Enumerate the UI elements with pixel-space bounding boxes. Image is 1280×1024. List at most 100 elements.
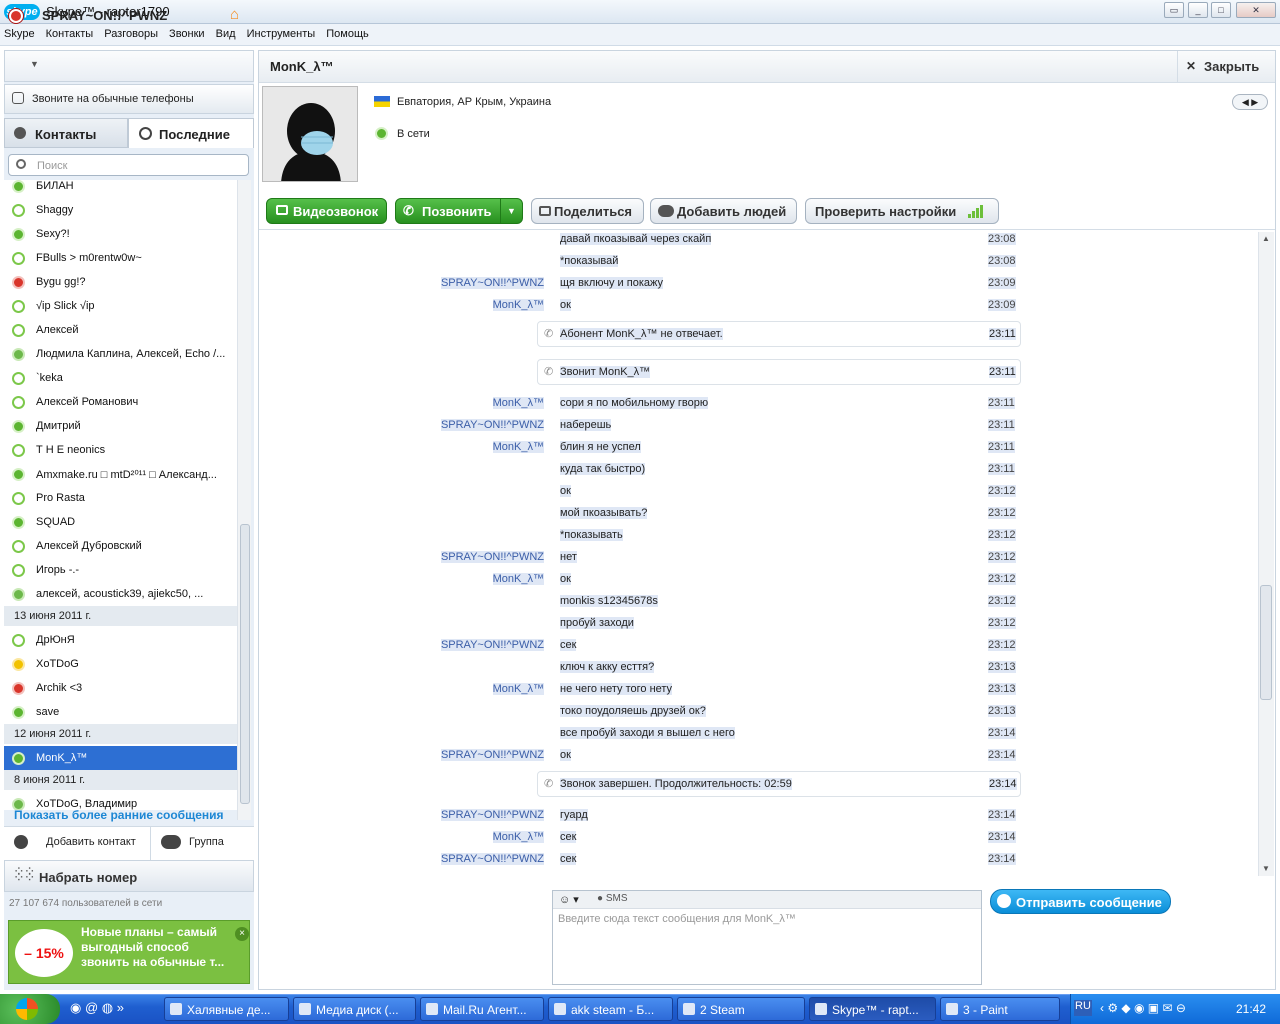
group-button[interactable]: Группа bbox=[150, 826, 254, 860]
contact-row[interactable]: save bbox=[4, 700, 237, 724]
taskbar-item[interactable]: Халявные де... bbox=[164, 997, 289, 1021]
menu-view[interactable]: Вид bbox=[212, 24, 240, 40]
add-contact-button[interactable]: Добавить контакт bbox=[4, 826, 150, 860]
taskbar-item[interactable]: akk steam - Б... bbox=[548, 997, 673, 1021]
avatar[interactable] bbox=[262, 86, 358, 182]
profile-nav-arrows[interactable]: ◀ ▶ bbox=[1232, 94, 1268, 110]
dial-button[interactable]: ⁘⁘ ⁘⁘ Набрать номер bbox=[4, 860, 254, 892]
taskbar-item[interactable]: 3 - Paint bbox=[940, 997, 1060, 1021]
app-icon bbox=[946, 1003, 958, 1015]
menu-conversations[interactable]: Разговоры bbox=[100, 24, 162, 40]
chat-message: пробуй заходи 23:12 bbox=[260, 613, 1258, 635]
contact-row[interactable]: Sexy?! bbox=[4, 222, 237, 246]
chevron-down-icon[interactable]: ▼ bbox=[500, 199, 522, 223]
call-button[interactable]: ✆ Позвонить ▼ bbox=[395, 198, 523, 224]
contact-row[interactable]: Pro Rasta bbox=[4, 486, 237, 510]
contact-row[interactable]: `keka bbox=[4, 366, 237, 390]
menu-tools[interactable]: Инструменты bbox=[243, 24, 320, 40]
contact-name: MonK_λ™ bbox=[36, 752, 88, 764]
contact-row[interactable]: FBulls > m0rentw0w~ bbox=[4, 246, 237, 270]
call-event-time: 23:14 bbox=[989, 778, 1017, 790]
menu-help[interactable]: Помощь bbox=[322, 24, 373, 40]
status-icon bbox=[12, 396, 25, 409]
message-time: 23:11 bbox=[988, 463, 1015, 475]
menu-skype[interactable]: Skype bbox=[0, 24, 39, 40]
tab-recent[interactable]: Последние bbox=[128, 118, 254, 148]
contact-list-scrollbar[interactable] bbox=[237, 180, 251, 820]
contact-row[interactable]: Т Н Е neonics bbox=[4, 438, 237, 462]
contact-row[interactable]: Дмитрий bbox=[4, 414, 237, 438]
taskbar-item[interactable]: Медиа диск (... bbox=[293, 997, 416, 1021]
close-icon[interactable]: × bbox=[235, 927, 249, 941]
contact-row[interactable]: Игорь -.- bbox=[4, 558, 237, 582]
scroll-up-icon[interactable]: ▲ bbox=[1262, 234, 1270, 243]
ad-banner[interactable]: – 15% Новые планы – самый выгодный спосо… bbox=[8, 920, 250, 984]
scroll-down-icon[interactable]: ▼ bbox=[1262, 864, 1270, 873]
taskbar-item[interactable]: Mail.Ru Агент... bbox=[420, 997, 544, 1021]
taskbar-item[interactable]: Skype™ - rapt... bbox=[809, 997, 936, 1021]
contact-name: FBulls > m0rentw0w~ bbox=[36, 252, 142, 264]
chat-scrollbar[interactable]: ▲ ▼ bbox=[1258, 232, 1274, 876]
call-event-time: 23:11 bbox=[989, 328, 1016, 340]
language-indicator[interactable]: RU bbox=[1074, 1000, 1092, 1016]
status-icon bbox=[12, 588, 25, 601]
start-button[interactable] bbox=[0, 994, 60, 1024]
taskbar-item[interactable]: 2 Steam bbox=[677, 997, 805, 1021]
contact-row[interactable]: SQUAD bbox=[4, 510, 237, 534]
contact-row[interactable]: MonK_λ™ bbox=[4, 746, 237, 770]
profile-name[interactable]: SPRAY~ON!!^PWNZ bbox=[42, 8, 167, 23]
keypad-icon: ⁘⁘ ⁘⁘ bbox=[13, 863, 35, 885]
tray-icons[interactable]: ‹ ⚙ ◆ ◉ ▣ ✉ ⊖ bbox=[1100, 1001, 1186, 1015]
chat-message: мой пкоазывать? 23:12 bbox=[260, 503, 1258, 525]
contact-name: Алексей Дубровский bbox=[36, 540, 142, 552]
message-text: токо поудоляешь друзей ок? bbox=[560, 705, 706, 717]
chevron-down-icon[interactable]: ▼ bbox=[30, 59, 39, 69]
minimize-button[interactable]: _ bbox=[1188, 2, 1208, 18]
status-icon bbox=[12, 276, 25, 289]
contact-row[interactable]: Archik <3 bbox=[4, 676, 237, 700]
check-settings-button[interactable]: Проверить настройки bbox=[805, 198, 999, 224]
contact-row[interactable]: ДрЮнЯ bbox=[4, 628, 237, 652]
sms-button[interactable]: ● SMS bbox=[597, 893, 628, 904]
contact-row[interactable]: Алексей Дубровский bbox=[4, 534, 237, 558]
message-text: все пробуй заходи я вышел с него bbox=[560, 727, 735, 739]
chat-message: ключ к акку есття? 23:13 bbox=[260, 657, 1258, 679]
chat-message: MonK_λ™ ок 23:12 bbox=[260, 569, 1258, 591]
quick-launch-icons[interactable]: ◉ @ ◍ » bbox=[70, 1000, 124, 1016]
menu-calls[interactable]: Звонки bbox=[165, 24, 209, 40]
contact-row[interactable]: Bygu gg!? bbox=[4, 270, 237, 294]
search-input[interactable]: Поиск bbox=[8, 154, 249, 176]
sms-label: SMS bbox=[605, 893, 628, 904]
contact-row[interactable]: XoTDoG bbox=[4, 652, 237, 676]
contact-row[interactable]: алексей, acoustick39, ajiekc50, ... bbox=[4, 582, 237, 606]
restore-icon[interactable]: ▭ bbox=[1164, 2, 1184, 18]
contact-status: В сети bbox=[397, 128, 430, 140]
contact-row[interactable]: Алексей bbox=[4, 318, 237, 342]
video-call-button[interactable]: Видеозвонок bbox=[266, 198, 387, 224]
show-more-link[interactable]: Показать более ранние сообщения bbox=[14, 808, 224, 822]
status-dnd-icon[interactable] bbox=[9, 9, 23, 23]
status-icon bbox=[12, 372, 25, 385]
close-conversation-button[interactable]: ✕ Закрыть bbox=[1177, 51, 1275, 83]
contact-row[interactable]: Людмила Каплина, Алексей, Echo /... bbox=[4, 342, 237, 366]
contact-row[interactable]: √ip Slick √ip bbox=[4, 294, 237, 318]
scroll-thumb[interactable] bbox=[240, 524, 250, 804]
tab-contacts[interactable]: Контакты bbox=[4, 118, 128, 148]
status-icon bbox=[12, 444, 25, 457]
maximize-button[interactable]: □ bbox=[1211, 2, 1231, 18]
emoticon-icon[interactable]: ☺ ▾ bbox=[559, 893, 579, 906]
send-message-button[interactable]: Отправить сообщение bbox=[990, 889, 1171, 914]
home-icon[interactable]: ⌂ bbox=[230, 7, 246, 22]
share-button[interactable]: Поделиться bbox=[531, 198, 644, 224]
menu-contacts[interactable]: Контакты bbox=[42, 24, 98, 40]
clock: 21:42 bbox=[1236, 1002, 1267, 1016]
chat-scroll-thumb[interactable] bbox=[1260, 585, 1272, 700]
contact-row[interactable]: БИЛАН bbox=[4, 180, 237, 198]
contact-row[interactable]: Amxmake.ru □ mtD²⁰¹¹ □ Александ... bbox=[4, 462, 237, 486]
close-window-button[interactable]: ✕ bbox=[1236, 2, 1276, 18]
contact-row[interactable]: Алексей Романович bbox=[4, 390, 237, 414]
add-people-button[interactable]: Добавить людей bbox=[650, 198, 797, 224]
contact-row[interactable]: Shaggy bbox=[4, 198, 237, 222]
profile-bar[interactable] bbox=[4, 50, 254, 82]
call-event: ✆ Звонок завершен. Продолжительность: 02:… bbox=[537, 771, 1021, 797]
